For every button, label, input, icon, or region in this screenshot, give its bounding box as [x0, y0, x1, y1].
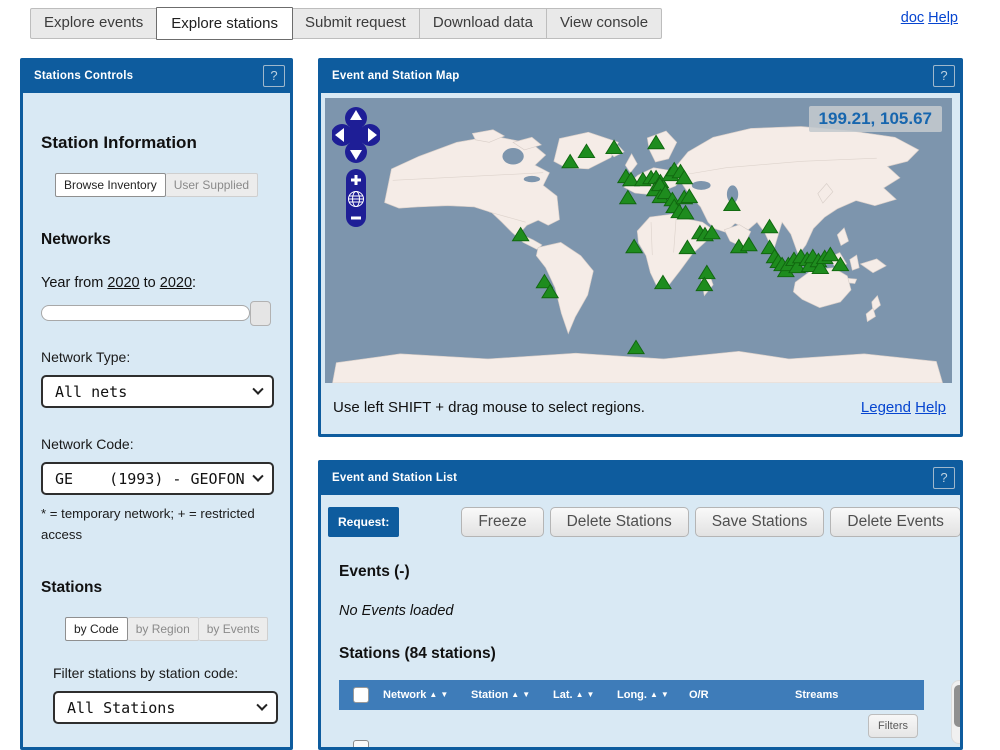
column-label: O/R: [689, 689, 709, 701]
map-help-link[interactable]: Help: [915, 399, 946, 416]
legend-link[interactable]: Legend: [861, 399, 911, 416]
stations-heading: Stations: [41, 579, 274, 597]
column-header-streams: Streams: [795, 689, 924, 701]
delete-events-button[interactable]: Delete Events: [830, 507, 960, 537]
sort-ascending-icon[interactable]: ▲: [511, 691, 519, 699]
stations-mode-toggle-group: by Codeby Regionby Events: [65, 617, 274, 641]
cursor-coordinates: 199.21, 105.67: [809, 106, 942, 132]
sort-descending-icon[interactable]: ▼: [586, 691, 594, 699]
station-filter-label: Filter stations by station code:: [53, 665, 274, 681]
delete-stations-button[interactable]: Delete Stations: [550, 507, 689, 537]
world-map-svg: [325, 98, 952, 383]
chevron-down-icon: [256, 699, 267, 710]
sort-descending-icon[interactable]: ▼: [440, 691, 448, 699]
world-map[interactable]: 199.21, 105.67: [325, 98, 952, 383]
sort-ascending-icon[interactable]: ▲: [650, 691, 658, 699]
tab-explore-events[interactable]: Explore events: [31, 9, 157, 38]
column-label: Station: [471, 689, 508, 701]
table-scrollbar[interactable]: [951, 680, 960, 744]
help-button[interactable]: ?: [263, 65, 285, 87]
network-code-label: Network Code:: [41, 436, 274, 452]
station-filter-select[interactable]: All Stations: [53, 691, 278, 724]
column-label: Lat.: [553, 689, 573, 701]
year-range-label: Year from 2020 to 2020:: [41, 275, 274, 291]
column-label: Network: [383, 689, 426, 701]
stations-controls-header: Stations Controls ?: [20, 58, 293, 93]
help-link[interactable]: Help: [928, 10, 958, 26]
network-type-select[interactable]: All nets: [41, 375, 274, 408]
network-code-value: GE (1993) - GEOFON: [55, 470, 245, 488]
event-station-list-panel: Event and Station List ? Request: Freeze…: [318, 460, 963, 750]
network-code-select[interactable]: GE (1993) - GEOFON: [41, 462, 274, 495]
list-action-buttons: FreezeDelete StationsSave StationsDelete…: [455, 507, 960, 537]
sort-descending-icon[interactable]: ▼: [522, 691, 530, 699]
column-header-station[interactable]: Station▲▼: [471, 689, 553, 701]
year-mid: to: [144, 275, 156, 291]
year-range-slider[interactable]: [41, 305, 250, 321]
panel-title: Event and Station List: [332, 472, 457, 484]
chevron-down-icon: [252, 470, 263, 481]
panel-title: Event and Station Map: [332, 70, 460, 82]
table-row: [339, 740, 924, 747]
events-empty-message: No Events loaded: [339, 603, 960, 619]
sort-descending-icon[interactable]: ▼: [661, 691, 669, 699]
network-note: * = temporary network; + = restricted ac…: [41, 503, 274, 545]
station-information-heading: Station Information: [41, 133, 274, 153]
sort-ascending-icon[interactable]: ▲: [576, 691, 584, 699]
column-header-lat[interactable]: Lat.▲▼: [553, 689, 617, 701]
toggle-by-code[interactable]: by Code: [65, 617, 128, 641]
doc-link[interactable]: doc: [901, 10, 924, 26]
network-type-label: Network Type:: [41, 349, 274, 365]
help-button[interactable]: ?: [933, 467, 955, 489]
scrollbar-thumb[interactable]: [954, 685, 960, 727]
help-button[interactable]: ?: [933, 65, 955, 87]
stations-count-heading: Stations (84 stations): [339, 645, 960, 663]
freeze-button[interactable]: Freeze: [461, 507, 543, 537]
select-all-checkbox[interactable]: [353, 687, 369, 703]
column-label: Long.: [617, 689, 647, 701]
list-panel-header: Event and Station List ?: [318, 460, 963, 495]
tab-download-data[interactable]: Download data: [420, 9, 547, 38]
tab-submit-request[interactable]: Submit request: [292, 9, 420, 38]
tab-explore-stations[interactable]: Explore stations: [156, 7, 293, 40]
toggle-browse-inventory[interactable]: Browse Inventory: [55, 173, 166, 197]
tab-view-console[interactable]: View console: [547, 9, 661, 38]
network-type-value: All nets: [55, 383, 127, 401]
column-label: Streams: [795, 689, 838, 701]
inventory-toggle-group: Browse InventoryUser Supplied: [55, 173, 274, 197]
chevron-down-icon: [252, 383, 263, 394]
year-to-link[interactable]: 2020: [160, 275, 192, 291]
filters-button[interactable]: Filters: [868, 714, 918, 738]
year-suffix: :: [192, 275, 196, 291]
stations-controls-panel: Stations Controls ? Station Information …: [20, 58, 293, 750]
tab-bar: Explore eventsExplore stationsSubmit req…: [30, 8, 662, 39]
map-panel-header: Event and Station Map ?: [318, 58, 963, 93]
year-from-link[interactable]: 2020: [107, 275, 139, 291]
toggle-by-region[interactable]: by Region: [128, 617, 199, 641]
station-filter-value: All Stations: [67, 699, 175, 717]
request-button[interactable]: Request:: [328, 507, 399, 537]
panel-title: Stations Controls: [34, 70, 133, 82]
toggle-user-supplied[interactable]: User Supplied: [166, 173, 258, 197]
map-navigation-control[interactable]: [332, 105, 380, 233]
map-hint: Use left SHIFT + drag mouse to select re…: [333, 399, 645, 416]
year-prefix: Year from: [41, 275, 103, 291]
sort-ascending-icon[interactable]: ▲: [429, 691, 437, 699]
map-panel: Event and Station Map ?: [318, 58, 963, 437]
row-checkbox[interactable]: [353, 740, 369, 747]
stations-table: Network▲▼Station▲▼Lat.▲▼Long.▲▼O/RStream…: [339, 680, 924, 747]
toggle-by-events[interactable]: by Events: [199, 617, 269, 641]
column-header-long[interactable]: Long.▲▼: [617, 689, 689, 701]
column-header-or: O/R: [689, 689, 795, 701]
save-stations-button[interactable]: Save Stations: [695, 507, 825, 537]
events-heading: Events (-): [339, 563, 960, 581]
slider-handle[interactable]: [250, 301, 271, 326]
column-header-network[interactable]: Network▲▼: [383, 689, 471, 701]
networks-heading: Networks: [41, 231, 274, 249]
stations-table-header: Network▲▼Station▲▼Lat.▲▼Long.▲▼O/RStream…: [339, 680, 924, 710]
